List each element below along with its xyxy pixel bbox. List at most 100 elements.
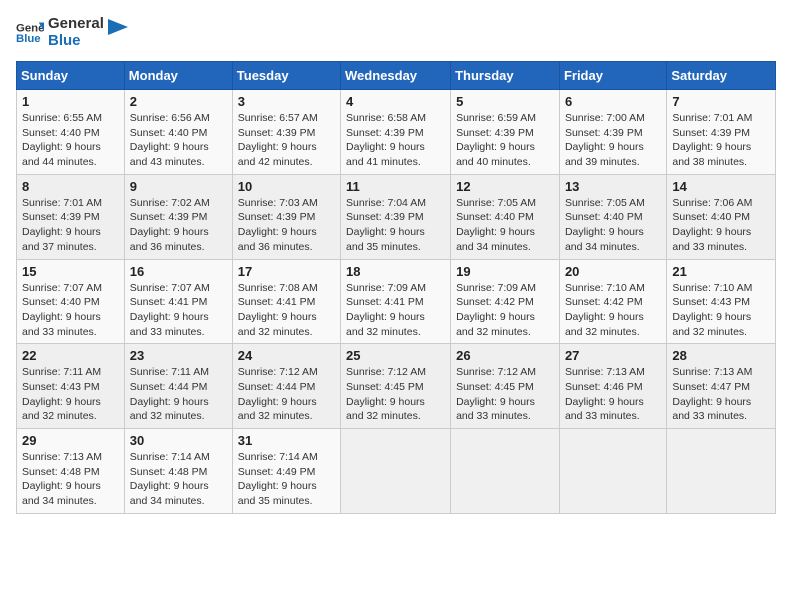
weekday-header-wednesday: Wednesday bbox=[341, 62, 451, 90]
logo-blue: Blue bbox=[48, 33, 104, 50]
weekday-header-saturday: Saturday bbox=[667, 62, 776, 90]
day-info: Sunrise: 6:58 AM Sunset: 4:39 PM Dayligh… bbox=[346, 111, 445, 170]
day-info: Sunrise: 7:01 AM Sunset: 4:39 PM Dayligh… bbox=[672, 111, 770, 170]
calendar-day-cell: 17 Sunrise: 7:08 AM Sunset: 4:41 PM Dayl… bbox=[232, 259, 340, 344]
day-number: 4 bbox=[346, 94, 445, 109]
day-number: 3 bbox=[238, 94, 335, 109]
weekday-header-monday: Monday bbox=[124, 62, 232, 90]
day-info: Sunrise: 7:14 AM Sunset: 4:48 PM Dayligh… bbox=[130, 450, 227, 509]
day-number: 31 bbox=[238, 433, 335, 448]
weekday-header-thursday: Thursday bbox=[451, 62, 560, 90]
day-number: 14 bbox=[672, 179, 770, 194]
day-info: Sunrise: 7:12 AM Sunset: 4:44 PM Dayligh… bbox=[238, 365, 335, 424]
calendar-day-cell: 31 Sunrise: 7:14 AM Sunset: 4:49 PM Dayl… bbox=[232, 429, 340, 514]
day-number: 28 bbox=[672, 348, 770, 363]
calendar-day-cell: 23 Sunrise: 7:11 AM Sunset: 4:44 PM Dayl… bbox=[124, 344, 232, 429]
calendar-day-cell: 7 Sunrise: 7:01 AM Sunset: 4:39 PM Dayli… bbox=[667, 90, 776, 175]
day-info: Sunrise: 7:03 AM Sunset: 4:39 PM Dayligh… bbox=[238, 196, 335, 255]
calendar-week-3: 15 Sunrise: 7:07 AM Sunset: 4:40 PM Dayl… bbox=[17, 259, 776, 344]
day-info: Sunrise: 7:13 AM Sunset: 4:48 PM Dayligh… bbox=[22, 450, 119, 509]
calendar-day-cell: 25 Sunrise: 7:12 AM Sunset: 4:45 PM Dayl… bbox=[341, 344, 451, 429]
calendar-week-2: 8 Sunrise: 7:01 AM Sunset: 4:39 PM Dayli… bbox=[17, 174, 776, 259]
day-info: Sunrise: 7:05 AM Sunset: 4:40 PM Dayligh… bbox=[565, 196, 661, 255]
day-number: 11 bbox=[346, 179, 445, 194]
day-info: Sunrise: 7:07 AM Sunset: 4:41 PM Dayligh… bbox=[130, 281, 227, 340]
calendar-day-cell: 28 Sunrise: 7:13 AM Sunset: 4:47 PM Dayl… bbox=[667, 344, 776, 429]
calendar-day-cell: 11 Sunrise: 7:04 AM Sunset: 4:39 PM Dayl… bbox=[341, 174, 451, 259]
day-info: Sunrise: 7:10 AM Sunset: 4:43 PM Dayligh… bbox=[672, 281, 770, 340]
day-number: 8 bbox=[22, 179, 119, 194]
calendar-day-cell: 3 Sunrise: 6:57 AM Sunset: 4:39 PM Dayli… bbox=[232, 90, 340, 175]
weekday-header-tuesday: Tuesday bbox=[232, 62, 340, 90]
day-number: 19 bbox=[456, 264, 554, 279]
calendar-day-cell: 8 Sunrise: 7:01 AM Sunset: 4:39 PM Dayli… bbox=[17, 174, 125, 259]
day-number: 18 bbox=[346, 264, 445, 279]
calendar-day-cell: 5 Sunrise: 6:59 AM Sunset: 4:39 PM Dayli… bbox=[451, 90, 560, 175]
day-number: 5 bbox=[456, 94, 554, 109]
day-number: 7 bbox=[672, 94, 770, 109]
day-number: 24 bbox=[238, 348, 335, 363]
calendar-day-cell: 20 Sunrise: 7:10 AM Sunset: 4:42 PM Dayl… bbox=[559, 259, 666, 344]
weekday-header-row: SundayMondayTuesdayWednesdayThursdayFrid… bbox=[17, 62, 776, 90]
calendar-day-cell: 2 Sunrise: 6:56 AM Sunset: 4:40 PM Dayli… bbox=[124, 90, 232, 175]
day-info: Sunrise: 6:57 AM Sunset: 4:39 PM Dayligh… bbox=[238, 111, 335, 170]
calendar-day-cell: 9 Sunrise: 7:02 AM Sunset: 4:39 PM Dayli… bbox=[124, 174, 232, 259]
day-number: 30 bbox=[130, 433, 227, 448]
day-info: Sunrise: 6:59 AM Sunset: 4:39 PM Dayligh… bbox=[456, 111, 554, 170]
day-number: 1 bbox=[22, 94, 119, 109]
logo-icon: General Blue bbox=[16, 19, 44, 47]
calendar-body: 1 Sunrise: 6:55 AM Sunset: 4:40 PM Dayli… bbox=[17, 90, 776, 514]
day-number: 21 bbox=[672, 264, 770, 279]
day-info: Sunrise: 7:08 AM Sunset: 4:41 PM Dayligh… bbox=[238, 281, 335, 340]
calendar-day-cell: 26 Sunrise: 7:12 AM Sunset: 4:45 PM Dayl… bbox=[451, 344, 560, 429]
day-info: Sunrise: 7:06 AM Sunset: 4:40 PM Dayligh… bbox=[672, 196, 770, 255]
page-header: General Blue General Blue bbox=[16, 16, 776, 49]
day-number: 2 bbox=[130, 94, 227, 109]
calendar-week-1: 1 Sunrise: 6:55 AM Sunset: 4:40 PM Dayli… bbox=[17, 90, 776, 175]
calendar-week-5: 29 Sunrise: 7:13 AM Sunset: 4:48 PM Dayl… bbox=[17, 429, 776, 514]
logo: General Blue General Blue bbox=[16, 16, 128, 49]
calendar-day-cell: 19 Sunrise: 7:09 AM Sunset: 4:42 PM Dayl… bbox=[451, 259, 560, 344]
weekday-header-sunday: Sunday bbox=[17, 62, 125, 90]
day-info: Sunrise: 7:02 AM Sunset: 4:39 PM Dayligh… bbox=[130, 196, 227, 255]
svg-text:Blue: Blue bbox=[16, 32, 41, 44]
calendar-table: SundayMondayTuesdayWednesdayThursdayFrid… bbox=[16, 61, 776, 514]
day-info: Sunrise: 7:13 AM Sunset: 4:46 PM Dayligh… bbox=[565, 365, 661, 424]
day-number: 12 bbox=[456, 179, 554, 194]
calendar-day-cell: 1 Sunrise: 6:55 AM Sunset: 4:40 PM Dayli… bbox=[17, 90, 125, 175]
calendar-day-cell bbox=[451, 429, 560, 514]
day-info: Sunrise: 7:09 AM Sunset: 4:42 PM Dayligh… bbox=[456, 281, 554, 340]
calendar-day-cell: 29 Sunrise: 7:13 AM Sunset: 4:48 PM Dayl… bbox=[17, 429, 125, 514]
day-info: Sunrise: 7:14 AM Sunset: 4:49 PM Dayligh… bbox=[238, 450, 335, 509]
calendar-day-cell: 12 Sunrise: 7:05 AM Sunset: 4:40 PM Dayl… bbox=[451, 174, 560, 259]
calendar-day-cell: 24 Sunrise: 7:12 AM Sunset: 4:44 PM Dayl… bbox=[232, 344, 340, 429]
day-number: 6 bbox=[565, 94, 661, 109]
day-info: Sunrise: 7:11 AM Sunset: 4:44 PM Dayligh… bbox=[130, 365, 227, 424]
day-info: Sunrise: 7:01 AM Sunset: 4:39 PM Dayligh… bbox=[22, 196, 119, 255]
day-number: 15 bbox=[22, 264, 119, 279]
day-info: Sunrise: 7:05 AM Sunset: 4:40 PM Dayligh… bbox=[456, 196, 554, 255]
logo-general: General bbox=[48, 16, 104, 33]
calendar-day-cell: 22 Sunrise: 7:11 AM Sunset: 4:43 PM Dayl… bbox=[17, 344, 125, 429]
calendar-day-cell: 16 Sunrise: 7:07 AM Sunset: 4:41 PM Dayl… bbox=[124, 259, 232, 344]
day-number: 20 bbox=[565, 264, 661, 279]
calendar-week-4: 22 Sunrise: 7:11 AM Sunset: 4:43 PM Dayl… bbox=[17, 344, 776, 429]
day-number: 16 bbox=[130, 264, 227, 279]
day-number: 23 bbox=[130, 348, 227, 363]
day-number: 22 bbox=[22, 348, 119, 363]
calendar-day-cell: 6 Sunrise: 7:00 AM Sunset: 4:39 PM Dayli… bbox=[559, 90, 666, 175]
calendar-day-cell: 4 Sunrise: 6:58 AM Sunset: 4:39 PM Dayli… bbox=[341, 90, 451, 175]
day-info: Sunrise: 7:12 AM Sunset: 4:45 PM Dayligh… bbox=[346, 365, 445, 424]
calendar-day-cell bbox=[667, 429, 776, 514]
day-info: Sunrise: 7:09 AM Sunset: 4:41 PM Dayligh… bbox=[346, 281, 445, 340]
calendar-day-cell: 30 Sunrise: 7:14 AM Sunset: 4:48 PM Dayl… bbox=[124, 429, 232, 514]
day-info: Sunrise: 7:13 AM Sunset: 4:47 PM Dayligh… bbox=[672, 365, 770, 424]
calendar-day-cell: 15 Sunrise: 7:07 AM Sunset: 4:40 PM Dayl… bbox=[17, 259, 125, 344]
day-number: 17 bbox=[238, 264, 335, 279]
calendar-day-cell: 13 Sunrise: 7:05 AM Sunset: 4:40 PM Dayl… bbox=[559, 174, 666, 259]
calendar-day-cell: 10 Sunrise: 7:03 AM Sunset: 4:39 PM Dayl… bbox=[232, 174, 340, 259]
day-number: 13 bbox=[565, 179, 661, 194]
day-info: Sunrise: 7:00 AM Sunset: 4:39 PM Dayligh… bbox=[565, 111, 661, 170]
calendar-day-cell: 27 Sunrise: 7:13 AM Sunset: 4:46 PM Dayl… bbox=[559, 344, 666, 429]
day-info: Sunrise: 7:10 AM Sunset: 4:42 PM Dayligh… bbox=[565, 281, 661, 340]
